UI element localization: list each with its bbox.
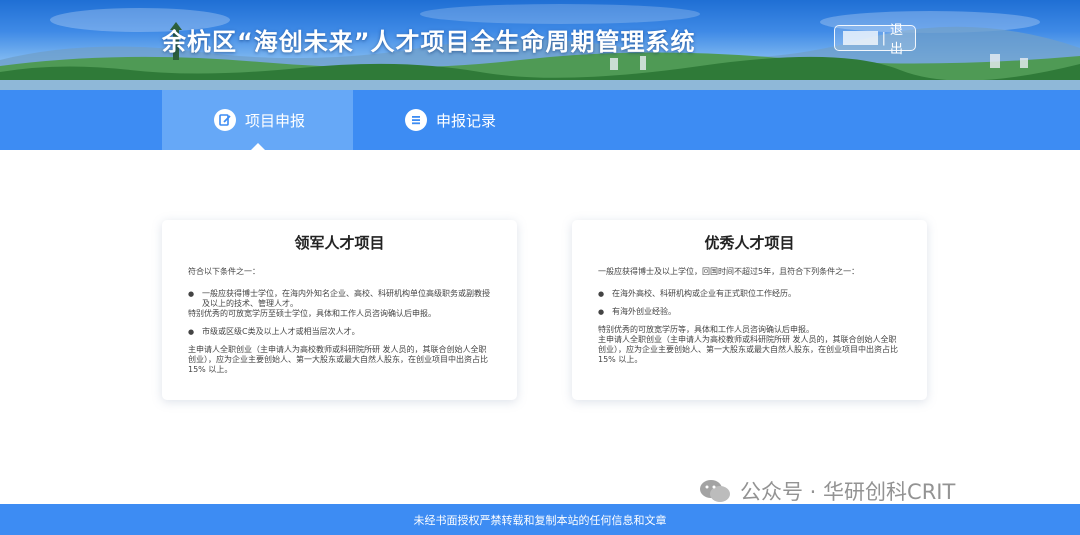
tab-apply-records[interactable]: 申报记录 bbox=[353, 90, 544, 150]
user-box: | 退出 bbox=[834, 23, 916, 57]
card-title: 优秀人才项目 bbox=[704, 234, 795, 252]
card-title: 领军人才项目 bbox=[294, 234, 385, 252]
card-leading-talent[interactable]: 领军人才项目 符合以下条件之一： 一般应获得博士学位，在海内外知名企业、高校、科… bbox=[162, 220, 517, 400]
card-excellent-talent[interactable]: 优秀人才项目 一般应获得博士及以上学位，回国时间不超过5年，且符合下列条件之一：… bbox=[572, 220, 927, 400]
system-title: 余杭区“海创未来”人才项目全生命周期管理系统 bbox=[162, 28, 696, 56]
separator: | bbox=[881, 30, 886, 46]
card-intro: 一般应获得博士及以上学位，回国时间不超过5年，且符合下列条件之一： bbox=[598, 267, 860, 276]
card-bullet: 有海外创业经验。 bbox=[598, 307, 901, 317]
card-footnote: 主申请人全职创业（主申请人为高校教师或科研院所研 发人员的，其联合创始人全职创业… bbox=[188, 345, 488, 374]
active-tab-caret bbox=[251, 143, 265, 150]
user-name-redacted bbox=[843, 31, 878, 45]
card-bullet: 一般应获得博士学位，在海内外知名企业、高校、科研机构单位高级职务或副教授及以上的… bbox=[188, 289, 491, 309]
list-icon bbox=[405, 109, 427, 131]
footer: 未经书面授权严禁转载和复制本站的任何信息和文章 bbox=[0, 504, 1080, 535]
tab-label: 申报记录 bbox=[436, 111, 497, 130]
tab-project-apply[interactable]: 项目申报 bbox=[162, 90, 353, 150]
header-banner: 余杭区“海创未来”人才项目全生命周期管理系统 | 退出 bbox=[0, 0, 1080, 90]
wechat-icon bbox=[700, 480, 730, 502]
footer-text: 未经书面授权严禁转载和复制本站的任何信息和文章 bbox=[413, 513, 667, 527]
watermark-text: 公众号 · 华研创科CRIT bbox=[740, 480, 956, 504]
edit-doc-icon bbox=[214, 109, 236, 131]
card-footnote: 主申请人全职创业（主申请人为高校教师或科研院所研 发人员的，其联合创始人全职创业… bbox=[598, 335, 898, 364]
card-note: 特别优秀的可放宽学历至硕士学位，具体和工作人员咨询确认后申报。 bbox=[188, 309, 436, 318]
card-intro: 符合以下条件之一： bbox=[188, 267, 260, 276]
logout-button[interactable]: 退出 bbox=[890, 19, 915, 57]
card-bullet: 在海外高校、科研机构或企业有正式职位工作经历。 bbox=[598, 289, 901, 299]
card-bullet: 市级或区级C类及以上人才或相当层次人才。 bbox=[188, 327, 491, 337]
main-nav: 项目申报 申报记录 bbox=[0, 90, 1080, 150]
watermark: 公众号 · 华研创科CRIT bbox=[698, 476, 955, 506]
tab-label: 项目申报 bbox=[245, 111, 306, 130]
card-note: 特别优秀的可放宽学历等，具体和工作人员咨询确认后申报。 bbox=[598, 325, 814, 334]
